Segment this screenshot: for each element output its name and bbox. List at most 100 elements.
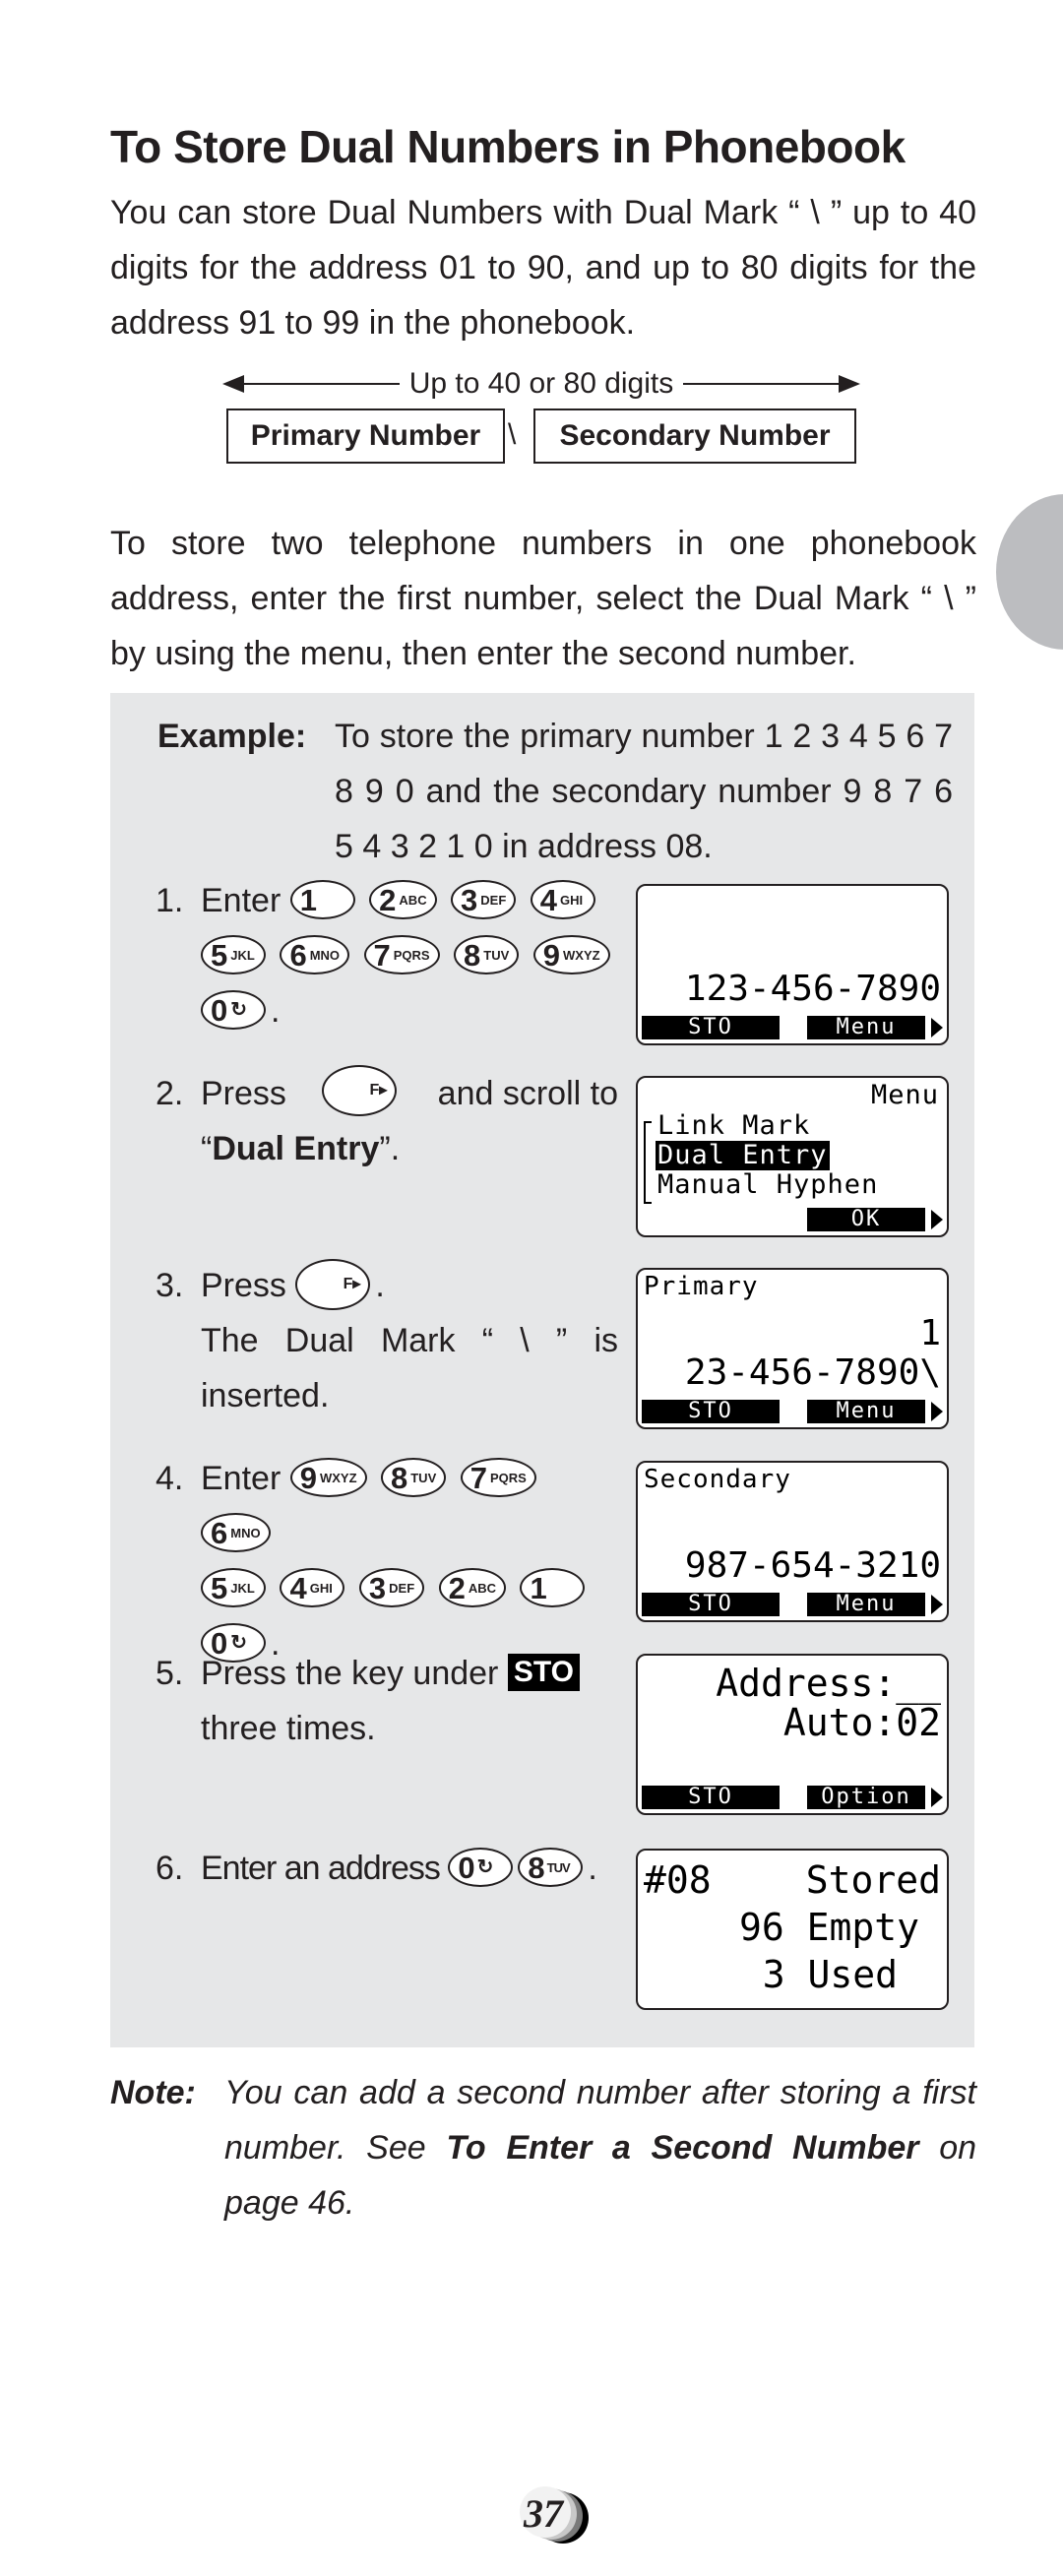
example-text: To store the primary number 1 2 3 4 5 6 … <box>335 718 953 865</box>
step-text: Press <box>201 1075 286 1112</box>
menu-item-dual-entry: Dual Entry <box>656 1140 830 1170</box>
softkey-ok: OK <box>807 1208 925 1231</box>
lcd-line-2: 23-456-7890\ <box>684 1352 941 1393</box>
lcd-address-prompt: Address:__ <box>716 1662 941 1705</box>
page-title: To Store Dual Numbers in Phonebook <box>110 121 906 172</box>
lcd-label-secondary: Secondary <box>644 1465 791 1494</box>
step-6: 6. Enter an address 0 ↻ 8 TUV. <box>156 1841 618 1896</box>
lcd-screen-1: 123-456-7890 STO Menu <box>636 884 949 1045</box>
step-number: 3. <box>156 1267 184 1304</box>
step-text: and scroll to <box>437 1075 618 1112</box>
scroll-right-icon <box>931 1402 943 1421</box>
key-4: 4 GHI <box>280 1568 345 1608</box>
key-8: 8 TUV <box>380 1458 447 1498</box>
intro-paragraph: You can store Dual Numbers with Dual Mar… <box>110 194 976 342</box>
scroll-bracket <box>644 1121 652 1204</box>
menu-option-name: Dual Entry <box>212 1130 380 1167</box>
key-7: 7 PQRS <box>460 1458 536 1498</box>
lcd-number: 987-654-3210 <box>684 1545 941 1586</box>
scroll-right-icon <box>931 1210 943 1229</box>
step-text: Enter an address <box>201 1850 441 1887</box>
digits-range-indicator: Up to 40 or 80 digits <box>222 364 860 404</box>
lcd-line-1: 1 <box>919 1313 941 1353</box>
key-3: 3 DEF <box>358 1568 425 1608</box>
softkey-sto: STO <box>642 1593 780 1616</box>
lcd-address-number: #08 <box>644 1858 712 1902</box>
lcd-auto-address: Auto:02 <box>782 1701 941 1744</box>
redial-icon: ↻ <box>476 1856 494 1879</box>
key-0: 0 ↻ <box>201 990 266 1031</box>
step-4: 4. Enter 9 WXYZ 8 TUV 7 PQRS 6 MNO 5 JKL 4 GHI… <box>156 1451 618 1671</box>
key-3: 3 DEF <box>451 880 517 920</box>
key-9: 9 WXYZ <box>532 935 610 975</box>
step-text: three times. <box>201 1710 376 1747</box>
key-1: 1 <box>520 1568 586 1608</box>
menu-item-manual-hyphen: Manual Hyphen <box>657 1169 879 1200</box>
cross-reference-link: To Enter a Second Number <box>446 2129 919 2167</box>
step-2: 2. Press F▸ and scroll to “Dual Entry”. <box>156 1065 618 1176</box>
lcd-label-primary: Primary <box>644 1272 759 1301</box>
redial-icon: ↻ <box>230 999 248 1022</box>
example-label: Example: <box>157 718 307 755</box>
key-6: 6 MNO <box>201 1513 271 1553</box>
page-number-text: 37 <box>524 2491 563 2536</box>
step-text: Press <box>201 1267 286 1304</box>
softkey-sto: STO <box>642 1786 780 1809</box>
step-number: 2. <box>156 1075 184 1112</box>
lcd-screen-2: Menu Link Mark Dual Entry Manual Hyphen … <box>636 1076 949 1237</box>
key-0: 0 ↻ <box>448 1848 514 1888</box>
menu-title: Menu <box>870 1080 939 1110</box>
step-text: Press the key under <box>201 1655 499 1692</box>
scroll-right-icon <box>931 1788 943 1807</box>
description-paragraph: To store two telephone numbers in one ph… <box>110 525 976 672</box>
menu-item-link-mark: Link Mark <box>657 1110 811 1141</box>
key-2: 2 ABC <box>369 880 437 920</box>
lcd-screen-6: #08 Stored 96 Empty 3 Used <box>636 1849 949 2010</box>
secondary-number-box: Secondary Number <box>533 408 856 464</box>
softkey-option: Option <box>807 1786 925 1809</box>
left-arrow-icon <box>222 375 400 393</box>
dual-mark-separator: \ <box>508 418 517 451</box>
right-arrow-icon <box>683 375 860 393</box>
scroll-right-icon <box>931 1595 943 1614</box>
step-text: The Dual Mark “ \ ” is inserted. <box>201 1322 618 1415</box>
note-text: You can add a second number after storin… <box>224 2074 977 2222</box>
key-1: 1 <box>289 880 355 920</box>
key-9: 9 WXYZ <box>289 1458 367 1498</box>
step-3: 3. Press F▸. The Dual Mark “ \ ” is inse… <box>156 1258 618 1423</box>
key-8: 8 TUV <box>518 1848 584 1888</box>
function-key: F▸ <box>295 1259 371 1311</box>
step-number: 4. <box>156 1460 184 1497</box>
softkey-menu: Menu <box>807 1400 925 1423</box>
step-number: 5. <box>156 1655 184 1692</box>
softkey-sto: STO <box>642 1016 780 1039</box>
softkey-menu: Menu <box>807 1016 925 1039</box>
step-number: 1. <box>156 882 184 919</box>
lcd-screen-3: Primary 1 23-456-7890\ STO Menu <box>636 1268 949 1429</box>
key-2: 2 ABC <box>438 1568 507 1608</box>
key-5: 5 JKL <box>201 935 266 975</box>
lcd-empty-count: 96 Empty <box>738 1906 919 1949</box>
key-7: 7 PQRS <box>363 935 440 975</box>
lcd-used-count: 3 Used <box>762 1953 898 1996</box>
key-8: 8 TUV <box>454 935 520 975</box>
primary-number-box: Primary Number <box>226 408 505 464</box>
digits-label: Up to 40 or 80 digits <box>408 367 674 400</box>
page-number: 37 <box>520 2486 591 2545</box>
key-5: 5 JKL <box>201 1568 266 1608</box>
lcd-number: 123-456-7890 <box>684 969 941 1009</box>
step-5: 5. Press the key under STO three times. <box>156 1646 618 1756</box>
lcd-screen-4: Secondary 987-654-3210 STO Menu <box>636 1461 949 1622</box>
key-4: 4 GHI <box>530 880 595 920</box>
sto-badge: STO <box>507 1654 580 1692</box>
softkey-menu: Menu <box>807 1593 925 1616</box>
step-text: Enter <box>201 882 281 919</box>
key-6: 6 MNO <box>280 935 350 975</box>
scroll-right-icon <box>931 1018 943 1037</box>
note-label: Note: <box>110 2074 196 2111</box>
step-number: 6. <box>156 1850 184 1887</box>
chapter-tab <box>996 494 1063 650</box>
step-text: Enter <box>201 1460 281 1497</box>
lcd-screen-5: Address:__ Auto:02 STO Option <box>636 1654 949 1815</box>
function-key: F▸ <box>322 1065 398 1116</box>
